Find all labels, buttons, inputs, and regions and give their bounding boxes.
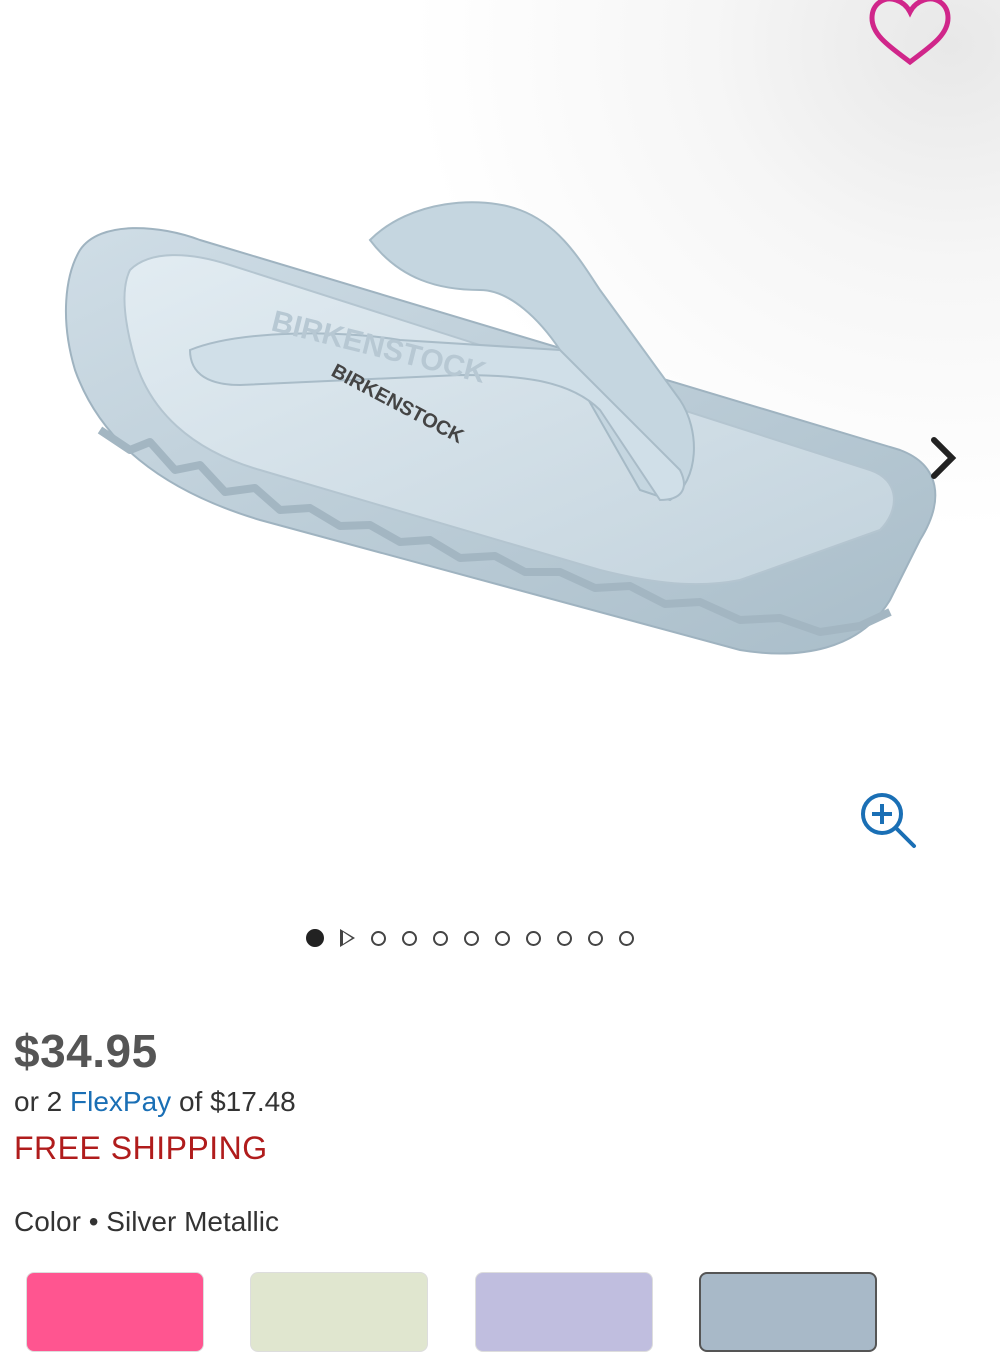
color-value: Silver Metallic [106,1206,279,1237]
zoom-in-icon[interactable] [858,790,922,854]
gallery-dot-1[interactable] [306,929,324,947]
gallery-dot-7[interactable] [495,930,510,946]
gallery-dot-3[interactable] [371,930,386,946]
flexpay-suffix: of $17.48 [178,1086,296,1117]
product-price: $34.95 [14,1025,158,1077]
flexpay-line: or 2 FlexPay of $17.48 [14,1086,296,1118]
play-icon[interactable] [340,929,355,947]
product-image: BIRKENSTOCK BIRKENSTOCK [64,201,937,655]
gallery-dot-4[interactable] [402,930,417,946]
gallery-dot-6[interactable] [464,930,479,946]
gallery-dot-8[interactable] [526,930,541,946]
free-shipping-label: FREE SHIPPING [14,1130,268,1166]
gallery-pagination [306,924,634,952]
color-label: Color [14,1206,81,1237]
swatch-lavender[interactable] [475,1272,653,1352]
heart-icon[interactable] [862,0,958,70]
gallery-dot-5[interactable] [433,930,448,946]
flexpay-prefix: or 2 [14,1086,63,1117]
gallery-dot-10[interactable] [588,930,603,946]
flexpay-link[interactable]: FlexPay [70,1086,171,1117]
gallery-dot-11[interactable] [619,930,634,946]
chevron-right-icon[interactable] [918,430,968,486]
swatch-sage[interactable] [250,1272,428,1352]
color-selection: Color • Silver Metallic [14,1206,279,1238]
swatch-pink[interactable] [26,1272,204,1352]
gallery-dot-9[interactable] [557,930,572,946]
color-separator: • [88,1206,99,1237]
color-swatches [26,1272,986,1352]
product-gallery[interactable]: BIRKENSTOCK BIRKENSTOCK [0,0,1000,900]
swatch-silver-blue[interactable] [699,1272,877,1352]
